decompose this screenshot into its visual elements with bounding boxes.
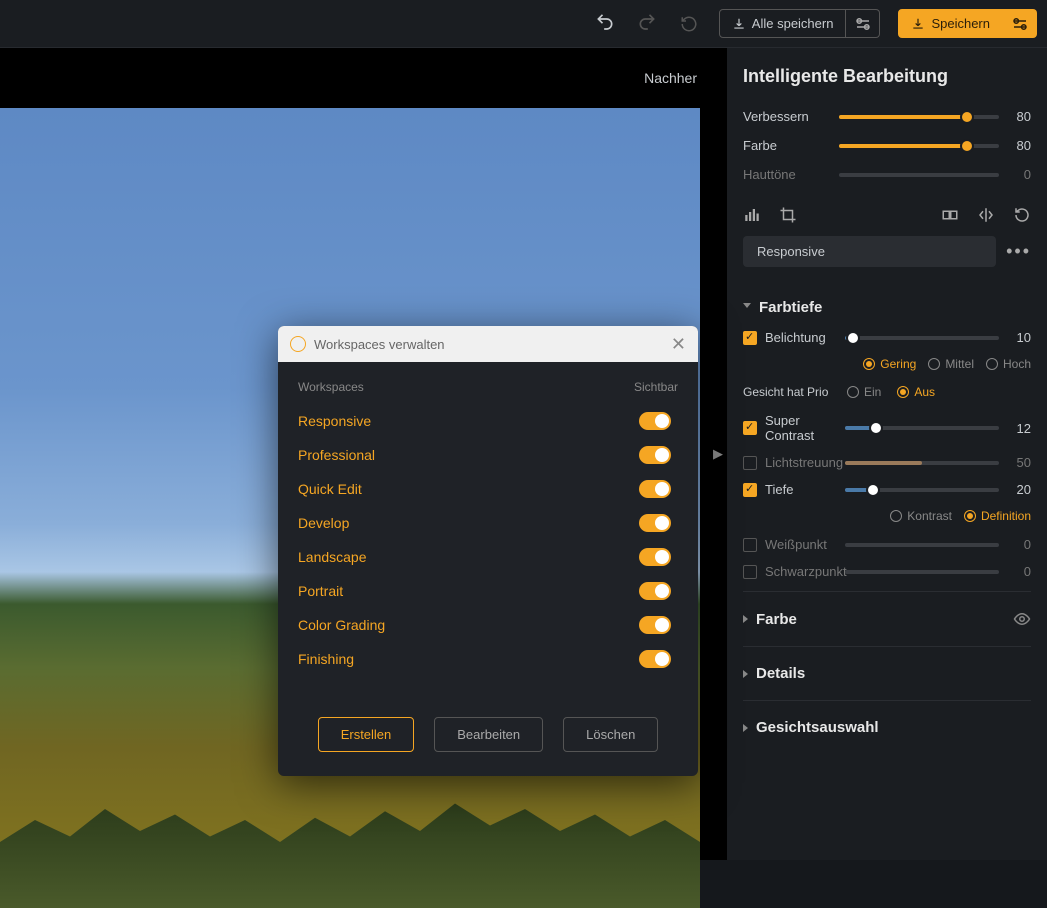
top-toolbar: Alle speichern Speichern [0, 0, 1047, 48]
workspace-row[interactable]: Color Grading [298, 608, 671, 642]
checkbox[interactable] [743, 483, 757, 497]
workspace-name: Color Grading [298, 617, 385, 633]
radio-gering[interactable]: Gering [863, 357, 916, 371]
row-weisspunkt[interactable]: Weißpunkt 0 [743, 537, 1031, 552]
row-super-contrast[interactable]: Super Contrast 12 [743, 413, 1031, 443]
visibility-toggle[interactable] [639, 582, 671, 600]
canvas-area: Nachher ▶ Workspaces verwalten ✕ Workspa… [0, 48, 727, 860]
workspace-row[interactable]: Responsive [298, 404, 671, 438]
slider-label: Verbessern [743, 109, 831, 124]
checkbox[interactable] [743, 331, 757, 345]
visibility-toggle[interactable] [639, 412, 671, 430]
visibility-toggle[interactable] [639, 446, 671, 464]
histogram-icon[interactable] [743, 206, 761, 224]
visibility-toggle[interactable] [639, 480, 671, 498]
checkbox[interactable] [743, 421, 757, 435]
panel-title: Intelligente Bearbeitung [743, 66, 1031, 87]
modal-title: Workspaces verwalten [314, 337, 445, 352]
slider-value: 80 [1007, 109, 1031, 124]
workspace-name: Professional [298, 447, 375, 463]
section-gesichtsauswahl[interactable]: Gesichtsauswahl [743, 705, 1031, 750]
col-visible: Sichtbar [634, 380, 678, 394]
mirror-icon[interactable] [977, 206, 995, 224]
workspace-row[interactable]: Finishing [298, 642, 671, 676]
save-all-options[interactable] [846, 9, 880, 38]
save-label: Speichern [931, 16, 990, 31]
workspace-selector[interactable]: Responsive [743, 236, 996, 267]
compare-icon[interactable] [941, 206, 959, 224]
crop-icon[interactable] [779, 206, 797, 224]
workspace-row[interactable]: Landscape [298, 540, 671, 574]
checkbox[interactable] [743, 565, 757, 579]
modal-titlebar: Workspaces verwalten ✕ [278, 326, 698, 362]
reset-button[interactable] [677, 12, 701, 36]
col-workspaces: Workspaces [298, 380, 364, 394]
section-details[interactable]: Details [743, 651, 1031, 696]
compare-label: Nachher [644, 70, 697, 86]
delete-button[interactable]: Löschen [563, 717, 658, 752]
rotate-icon[interactable] [1013, 206, 1031, 224]
modal-app-icon [290, 336, 306, 352]
close-icon[interactable]: ✕ [671, 334, 686, 355]
slider-label: Hauttöne [743, 167, 831, 182]
slider-value: 80 [1007, 138, 1031, 153]
workspaces-modal: Workspaces verwalten ✕ Workspaces Sichtba… [278, 326, 698, 776]
save-all-label: Alle speichern [752, 16, 834, 31]
workspace-name: Responsive [298, 413, 371, 429]
save-all-group: Alle speichern [719, 9, 881, 38]
create-button[interactable]: Erstellen [318, 717, 415, 752]
radio-aus[interactable]: Aus [897, 385, 935, 399]
save-group: Speichern [898, 9, 1037, 38]
radio-ein[interactable]: Ein [847, 385, 881, 399]
save-options[interactable] [1003, 9, 1037, 38]
slider-farbe[interactable]: Farbe 80 [743, 138, 1031, 153]
radio-hoch[interactable]: Hoch [986, 357, 1031, 371]
redo-button[interactable] [635, 12, 659, 36]
visibility-toggle[interactable] [639, 650, 671, 668]
slider-verbessern[interactable]: Verbessern 80 [743, 109, 1031, 124]
radio-kontrast[interactable]: Kontrast [890, 509, 952, 523]
edit-button[interactable]: Bearbeiten [434, 717, 543, 752]
visibility-toggle[interactable] [639, 548, 671, 566]
slider-hauttoene[interactable]: Hauttöne 0 [743, 167, 1031, 182]
workspace-list[interactable]: Responsive Professional Quick Edit Develop L… [298, 404, 678, 693]
workspace-name: Finishing [298, 651, 354, 667]
checkbox[interactable] [743, 538, 757, 552]
workspace-row[interactable]: Portrait [298, 574, 671, 608]
section-farbtiefe[interactable]: Farbtiefe [743, 285, 1031, 330]
save-button[interactable]: Speichern [898, 9, 1003, 38]
visibility-toggle[interactable] [639, 616, 671, 634]
checkbox[interactable] [743, 456, 757, 470]
row-schwarzpunkt[interactable]: Schwarzpunkt 0 [743, 564, 1031, 579]
section-farbe[interactable]: Farbe [743, 596, 1031, 642]
visibility-toggle[interactable] [639, 514, 671, 532]
save-all-button[interactable]: Alle speichern [719, 9, 847, 38]
face-prio-label: Gesicht hat Prio [743, 385, 831, 399]
workspace-name: Develop [298, 515, 349, 531]
row-lichtstreuung[interactable]: Lichtstreuung 50 [743, 455, 1031, 470]
workspace-row[interactable]: Quick Edit [298, 472, 671, 506]
row-tiefe[interactable]: Tiefe 20 [743, 482, 1031, 497]
workspace-row[interactable]: Develop [298, 506, 671, 540]
expand-sidebar-arrow[interactable]: ▶ [713, 446, 723, 462]
row-belichtung[interactable]: Belichtung 10 [743, 330, 1031, 345]
workspace-name: Quick Edit [298, 481, 362, 497]
workspace-row[interactable]: Professional [298, 438, 671, 472]
radio-mittel[interactable]: Mittel [928, 357, 974, 371]
undo-button[interactable] [593, 12, 617, 36]
workspace-name: Portrait [298, 583, 343, 599]
slider-label: Farbe [743, 138, 831, 153]
slider-value: 0 [1007, 167, 1031, 182]
workspace-more-icon[interactable]: ••• [1006, 241, 1031, 262]
right-sidebar: Intelligente Bearbeitung Verbessern 80 F… [727, 48, 1047, 860]
radio-definition[interactable]: Definition [964, 509, 1031, 523]
workspace-name: Landscape [298, 549, 367, 565]
